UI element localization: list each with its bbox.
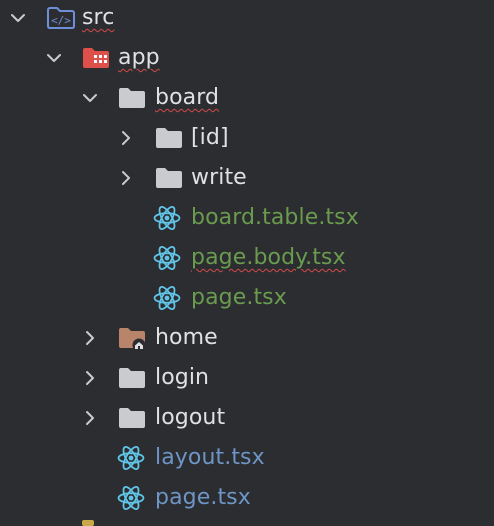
chevron-down-icon[interactable] (10, 10, 26, 26)
project-file-tree: </> src app board [id] write board.table… (0, 0, 494, 526)
tree-row-board-table-tsx[interactable]: board.table.tsx (0, 198, 494, 238)
chevron-right-icon[interactable] (82, 410, 98, 426)
tree-label-login: login (155, 365, 210, 390)
react-icon (153, 206, 181, 230)
tree-row-app-page-tsx[interactable]: page.tsx (0, 478, 494, 518)
tree-row-app[interactable]: app (0, 38, 494, 78)
folder-icon (155, 126, 182, 150)
chevron-right-icon[interactable] (118, 130, 134, 146)
tree-label-layout-tsx: layout.tsx (155, 445, 265, 470)
folder-icon (118, 86, 145, 110)
tree-row-logout[interactable]: logout (0, 398, 494, 438)
tree-row-page-body-tsx[interactable]: page.body.tsx (0, 238, 494, 278)
tree-row-write[interactable]: write (0, 158, 494, 198)
tree-label-src: src (82, 5, 115, 30)
tree-label-logout: logout (155, 405, 226, 430)
tree-row-board-page-tsx[interactable]: page.tsx (0, 278, 494, 318)
react-icon (153, 286, 181, 310)
tree-label-app-page-tsx: page.tsx (155, 485, 251, 510)
source-folder-icon: </> (47, 6, 75, 30)
tree-label-board-table-tsx: board.table.tsx (191, 205, 359, 230)
tree-row-home[interactable]: home (0, 318, 494, 358)
chevron-right-icon[interactable] (118, 170, 134, 186)
chevron-right-icon[interactable] (82, 370, 98, 386)
svg-text:</>: </> (51, 14, 71, 27)
tree-label-write: write (191, 165, 247, 190)
tree-row-src[interactable]: </> src (0, 0, 494, 38)
react-icon (117, 486, 145, 510)
tree-row-board[interactable]: board (0, 78, 494, 118)
react-icon (153, 246, 181, 270)
tree-label-home: home (155, 325, 218, 350)
folder-icon (118, 366, 145, 390)
tree-label-board: board (155, 85, 220, 110)
react-icon (117, 446, 145, 470)
tree-label-app: app (118, 45, 160, 70)
folder-icon (118, 406, 145, 430)
app-folder-icon (82, 46, 109, 70)
home-folder-icon (118, 326, 146, 352)
tree-row-login[interactable]: login (0, 358, 494, 398)
tree-label-page-body-tsx: page.body.tsx (191, 245, 346, 270)
chevron-down-icon[interactable] (82, 90, 98, 106)
tree-row-layout-tsx[interactable]: layout.tsx (0, 438, 494, 478)
folder-icon (155, 166, 182, 190)
tree-label-board-page-tsx: page.tsx (191, 285, 287, 310)
folder-icon (82, 520, 94, 526)
chevron-right-icon[interactable] (82, 330, 98, 346)
tree-label-id: [id] (191, 125, 229, 150)
chevron-down-icon[interactable] (46, 50, 62, 66)
tree-row-id[interactable]: [id] (0, 118, 494, 158)
